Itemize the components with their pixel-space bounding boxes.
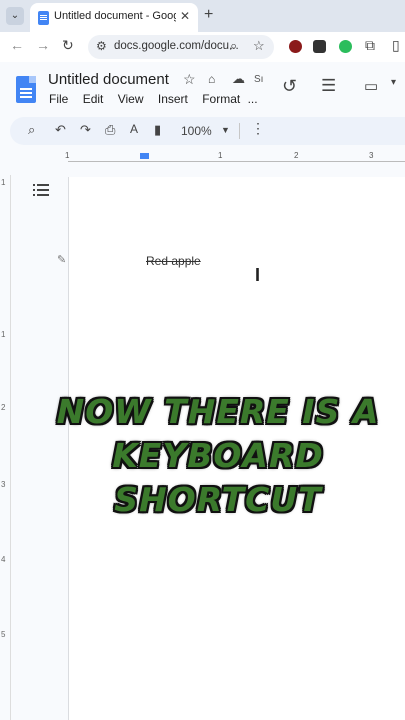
extensions-puzzle-icon[interactable]: ⧉	[365, 37, 375, 54]
tab-title: Untitled document - Google Docs	[54, 10, 176, 22]
comments-icon[interactable]: ☰	[321, 76, 336, 96]
new-tab-icon[interactable]: +	[204, 6, 213, 24]
url-text: docs.google.com/docu...	[114, 40, 239, 52]
text-cursor-icon: I	[255, 265, 261, 285]
menu-edit[interactable]: Edit	[83, 92, 104, 106]
site-info-icon[interactable]: ⚙	[96, 39, 107, 53]
menu-bar: File Edit View Insert Format ...	[49, 92, 269, 106]
ruler-number: 3	[1, 480, 6, 489]
search-menus-icon[interactable]: ⌕	[28, 122, 35, 138]
ruler-number: 5	[1, 630, 6, 639]
ruler-number: 1	[1, 330, 6, 339]
menu-view[interactable]: View	[118, 92, 144, 106]
tab-search-button[interactable]: ⌄	[6, 7, 24, 25]
move-folder-icon[interactable]: ⌂	[208, 72, 215, 86]
url-field[interactable]: ⚙ docs.google.com/docu... ⌕ ☆	[88, 35, 274, 59]
caption-line: shortcut	[114, 480, 322, 519]
meet-camera-icon[interactable]: ▭	[364, 77, 378, 95]
redo-icon[interactable]: ↷	[80, 122, 91, 138]
menu-file[interactable]: File	[49, 92, 68, 106]
toolbar-divider	[239, 123, 240, 139]
version-history-icon[interactable]: ↺	[282, 76, 297, 97]
meet-dropdown-icon[interactable]: ▾	[391, 77, 396, 88]
ruler-number: 1	[218, 151, 223, 160]
document-body-text[interactable]: Red apple	[146, 254, 201, 268]
star-icon[interactable]: ☆	[183, 71, 196, 88]
ruler-number: 3	[369, 151, 374, 160]
cloud-saved-icon: ☁	[232, 71, 245, 86]
forward-icon[interactable]: →	[36, 37, 50, 53]
undo-icon[interactable]: ↶	[55, 122, 66, 138]
overlay-caption: Now there is a keyboard shortcut	[48, 390, 388, 522]
tab-close-icon[interactable]: ✕	[180, 9, 190, 23]
vertical-ruler[interactable]: 1 1 2 3 4 5	[0, 175, 11, 720]
document-outline-icon[interactable]	[33, 183, 49, 197]
caption-line: Now there is a	[56, 392, 380, 431]
grammarly-icon[interactable]	[339, 40, 352, 53]
document-title[interactable]: Untitled document	[48, 71, 169, 88]
zoom-chevron-down-icon[interactable]: ▼	[221, 125, 230, 135]
profile-icon[interactable]: ▯	[392, 37, 400, 54]
ruler-number: 1	[1, 178, 6, 187]
more-options-icon[interactable]: ⋮	[251, 120, 265, 137]
magic-wand-icon[interactable]: ✎	[57, 253, 66, 266]
ruler-number: 1	[65, 151, 70, 160]
browser-tab-active[interactable]: Untitled document - Google Docs ✕	[30, 3, 198, 32]
horizontal-ruler[interactable]: 1 1 2 3	[0, 150, 405, 167]
paint-format-icon[interactable]: ▮	[154, 122, 161, 138]
browser-tab-strip: ⌄ Untitled document - Google Docs ✕ +	[0, 0, 405, 32]
menu-format[interactable]: Format	[202, 92, 240, 106]
menu-insert[interactable]: Insert	[158, 92, 188, 106]
docs-toolbar: ⌕ ↶ ↷ ⎙ A ▮ 100% ▼ ⋮	[10, 117, 405, 145]
extension-icon[interactable]	[289, 40, 302, 53]
status-text: Sı	[254, 74, 264, 85]
spellcheck-icon[interactable]: A	[130, 122, 138, 136]
back-icon[interactable]: ←	[10, 37, 24, 53]
ruler-number: 2	[294, 151, 299, 160]
print-icon[interactable]: ⎙	[105, 122, 115, 138]
reload-icon[interactable]: ↻	[62, 37, 74, 54]
caption-line: keyboard	[112, 436, 324, 475]
docs-header: Untitled document ☆ ⌂ ☁ Sı File Edit Vie…	[0, 62, 405, 114]
indent-marker-icon[interactable]	[140, 153, 149, 159]
ruler-number: 4	[1, 555, 6, 564]
zoom-select[interactable]: 100%	[181, 124, 212, 138]
ruler-number: 2	[1, 403, 6, 412]
menu-more[interactable]: ...	[248, 92, 258, 106]
extension-icon[interactable]	[313, 40, 326, 53]
docs-logo-icon[interactable]	[16, 76, 36, 103]
docs-favicon-icon	[38, 11, 49, 25]
address-bar: ← → ↻ ⚙ docs.google.com/docu... ⌕ ☆ ⧉ ▯	[0, 32, 405, 62]
zoom-icon[interactable]: ⌕	[230, 38, 237, 54]
bookmark-star-icon[interactable]: ☆	[253, 38, 265, 54]
ruler-ticks	[68, 157, 405, 162]
